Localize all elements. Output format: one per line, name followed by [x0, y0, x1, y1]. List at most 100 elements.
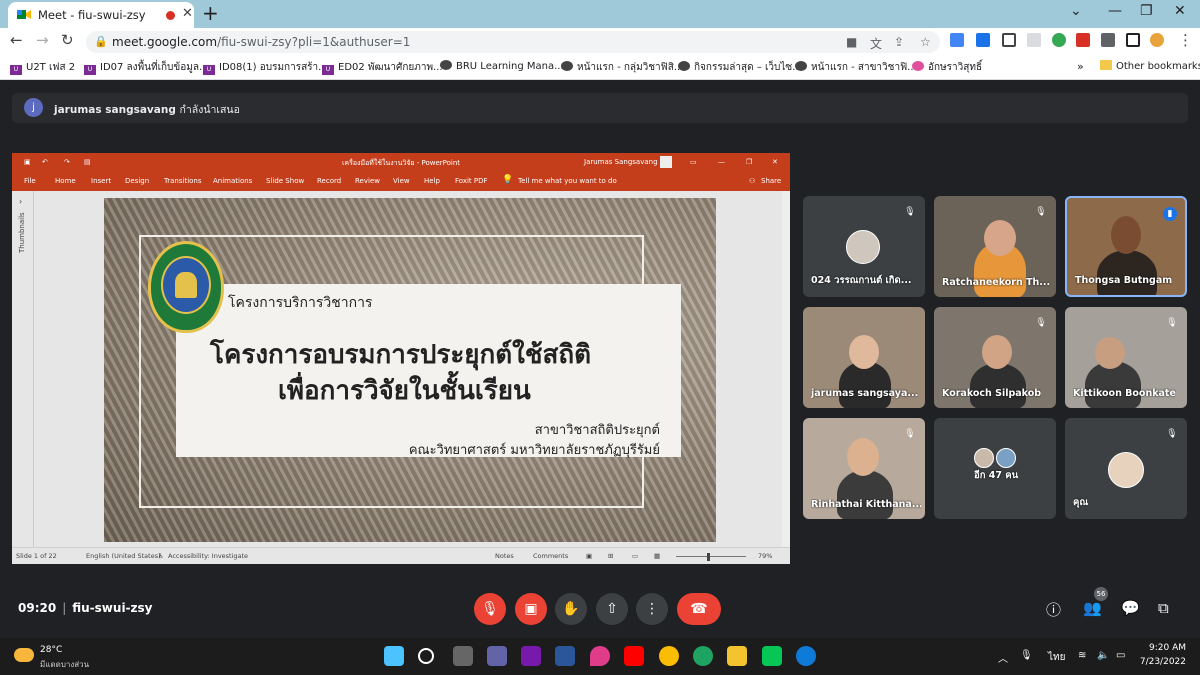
wifi-icon[interactable]: ≋ — [1078, 650, 1086, 661]
extension-grid-icon[interactable] — [1027, 33, 1041, 47]
extension-translate-icon[interactable] — [950, 33, 964, 47]
file-explorer-icon[interactable] — [727, 646, 747, 666]
url-text: meet.google.com/fiu-swui-zsy?pli=1&authu… — [112, 35, 410, 49]
participant-tile-speaking[interactable]: ▮ Thongsa Butngam — [1065, 196, 1187, 297]
participant-tile[interactable]: 🎙 Korakoch Silpakob — [934, 307, 1056, 408]
input-language[interactable]: ไทย — [1048, 650, 1065, 665]
ribbon-tab: View — [393, 177, 410, 185]
other-bookmarks[interactable]: Other bookmarks — [1100, 60, 1200, 72]
bookmark-item[interactable]: กิจกรรมล่าสุด – เว็บไซ... — [678, 60, 802, 75]
participant-name: 024 วรรณกานต์ เกิด... — [811, 275, 912, 286]
edge-icon[interactable] — [796, 646, 816, 666]
close-window-button[interactable]: ✕ — [1174, 3, 1186, 19]
camera-icon[interactable]: ■ — [846, 35, 857, 49]
bookmark-label: อักษราวิสุทธิ์ — [928, 62, 983, 73]
more-options-button[interactable]: ⋮ — [636, 593, 668, 625]
extension-pen-icon[interactable] — [976, 33, 990, 47]
camera-off-button[interactable]: ▣ — [515, 593, 547, 625]
app-circle-icon[interactable] — [693, 646, 713, 666]
sidepanel-icon[interactable] — [1126, 33, 1140, 47]
extension-m-icon[interactable] — [1076, 33, 1090, 47]
ribbon-tab: Design — [125, 177, 150, 185]
bookmark-item[interactable]: BRU Learning Mana... — [440, 60, 564, 72]
participant-video — [1097, 250, 1157, 295]
search-icon[interactable] — [418, 648, 434, 664]
more-bookmarks-icon[interactable]: » — [1077, 60, 1084, 73]
bookmark-label: หน้าแรก - สาขาวิชาฟิ... — [811, 62, 917, 73]
line-icon[interactable] — [762, 646, 782, 666]
bookmark-icon — [440, 60, 452, 70]
meeting-info-icon[interactable]: ⓘ — [1046, 599, 1061, 620]
new-tab-button[interactable]: + — [202, 2, 219, 24]
people-icon[interactable]: 👥 — [1083, 599, 1102, 617]
ppt-status-bar: Slide 1 of 22 English (United States) ♿ … — [12, 547, 790, 564]
minimize-button[interactable]: — — [1108, 3, 1122, 19]
bookmark-item[interactable]: U ID07 ลงพื้นที่เก็บข้อมูล... — [84, 60, 209, 75]
university-logo — [148, 241, 224, 333]
bookmark-item[interactable]: หน้าแรก - สาขาวิชาฟิ... — [795, 60, 917, 75]
activities-icon[interactable]: ⧉ — [1158, 599, 1169, 617]
bookmark-label: BRU Learning Mana... — [456, 61, 564, 72]
participant-tile[interactable]: 🎙 024 วรรณกานต์ เกิด... — [803, 196, 925, 297]
present-screen-button[interactable]: ⇧ — [596, 593, 628, 625]
bookmark-item[interactable]: หน้าแรก - กลุ่มวิชาฟิสิ... — [561, 60, 683, 75]
ribbon-tab: Foxit PDF — [455, 177, 488, 185]
comments-button: Comments — [533, 552, 569, 560]
system-time[interactable]: 9:20 AM — [1144, 643, 1186, 653]
self-tile[interactable]: 🎙 คุณ — [1065, 418, 1187, 519]
chat-icon[interactable]: 💬 — [1121, 599, 1140, 617]
reload-button[interactable]: ↻ — [61, 31, 74, 49]
youtube-icon[interactable] — [624, 646, 644, 666]
extension-screen-icon[interactable] — [1002, 33, 1016, 47]
app-icon[interactable] — [590, 646, 610, 666]
battery-icon[interactable]: ▭ — [1116, 650, 1125, 661]
system-date[interactable]: 7/23/2022 — [1130, 657, 1186, 667]
mic-off-icon: 🎙 — [1166, 429, 1178, 439]
bookmark-star-icon[interactable]: ☆ — [920, 35, 931, 49]
volume-icon[interactable]: 🔈 — [1097, 650, 1109, 661]
task-view-icon[interactable] — [453, 646, 473, 666]
participant-tile[interactable]: jarumas sangsaya... — [803, 307, 925, 408]
bookmark-item[interactable]: U U2T เฟส 2 — [10, 60, 75, 75]
chrome-icon[interactable] — [659, 646, 679, 666]
bookmark-item[interactable]: U ID08(1) อบรมการสร้า... — [203, 60, 328, 75]
translate-icon[interactable]: 文 — [870, 35, 882, 52]
menu-kebab-icon[interactable]: ⋮ — [1178, 31, 1193, 49]
raise-hand-button[interactable]: ✋ — [555, 593, 587, 625]
back-button[interactable]: ← — [10, 31, 23, 49]
shared-screen-powerpoint[interactable]: ▣ ↶ ↷ ▤ เครื่องมือที่ใช้ในงานวิจัย - Pow… — [12, 153, 790, 564]
participant-avatar — [974, 448, 994, 468]
participant-face — [1095, 337, 1125, 369]
extension-g-icon[interactable] — [1052, 33, 1066, 47]
teams-icon[interactable] — [487, 646, 507, 666]
tab-search-icon[interactable]: ⌄ — [1070, 3, 1082, 19]
mic-off-icon: 🎙 — [904, 207, 916, 217]
leave-call-button[interactable]: ☎ — [677, 593, 721, 625]
onenote-icon[interactable] — [521, 646, 541, 666]
share-button: Share — [761, 177, 782, 185]
tray-chevron-icon[interactable]: ︿ — [998, 650, 1008, 665]
forward-button[interactable]: → — [36, 31, 49, 49]
participant-tile[interactable]: 🎙 Rinhathai Kitthana... — [803, 418, 925, 519]
start-icon[interactable] — [384, 646, 404, 666]
participant-tile[interactable]: 🎙 Kittikoon Boonkate — [1065, 307, 1187, 408]
bookmark-item[interactable]: U ED02 พัฒนาศักยภาพ... — [322, 60, 443, 75]
user-avatar — [660, 156, 672, 168]
bookmark-label: U2T เฟส 2 — [26, 62, 76, 73]
extensions-puzzle-icon[interactable] — [1101, 33, 1115, 47]
browser-tab-strip: Meet - fiu-swui-zsy ✕ + ⌄ — ❐ ✕ — [0, 0, 1200, 28]
browser-tab[interactable]: Meet - fiu-swui-zsy ✕ — [8, 2, 194, 28]
participant-tile[interactable]: 🎙 Ratchaneekorn Th... — [934, 196, 1056, 297]
profile-avatar[interactable] — [1150, 33, 1164, 47]
mic-off-icon: 🎙 — [904, 429, 916, 439]
address-bar[interactable]: 🔒 meet.google.com/fiu-swui-zsy?pli=1&aut… — [86, 31, 940, 53]
mic-off-button[interactable]: 🎙 — [474, 593, 506, 625]
bookmark-item[interactable]: อักษราวิสุทธิ์ — [912, 60, 982, 75]
more-participants-tile[interactable]: อีก 47 คน — [934, 418, 1056, 519]
maximize-button[interactable]: ❐ — [1140, 3, 1153, 19]
visio-icon[interactable] — [555, 646, 575, 666]
close-tab-icon[interactable]: ✕ — [182, 6, 193, 21]
ribbon-tab: Review — [355, 177, 380, 185]
microphone-icon[interactable]: 🎙 — [1020, 650, 1033, 661]
share-icon[interactable]: ⇪ — [894, 35, 904, 49]
